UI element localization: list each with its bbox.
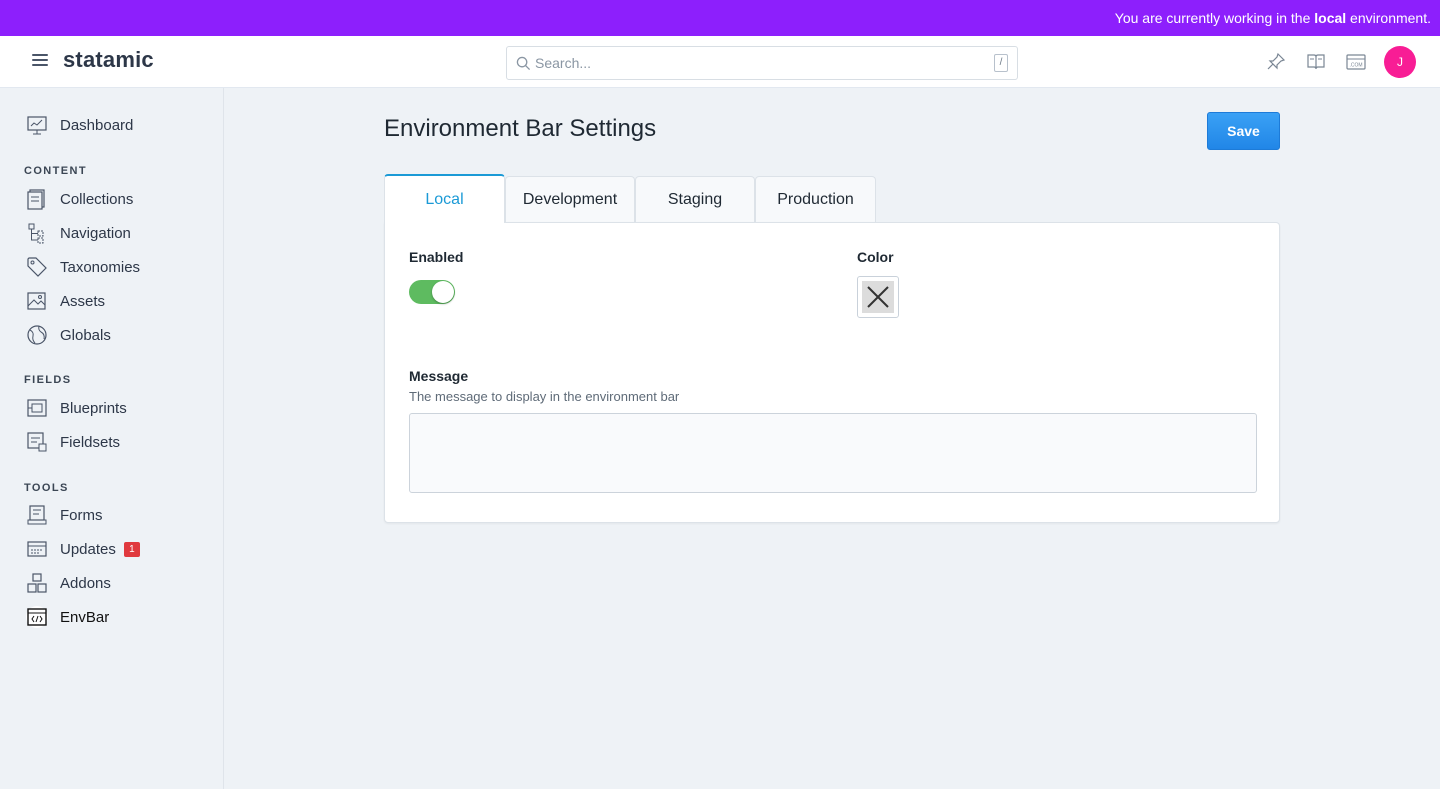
env-bar-prefix: You are currently working in the xyxy=(1114,10,1315,26)
sidebar-item-label: EnvBar xyxy=(60,608,110,626)
sidebar-item-label: Navigation xyxy=(60,224,131,242)
save-button[interactable]: Save xyxy=(1207,112,1280,150)
toggle-knob xyxy=(432,281,454,303)
search-input[interactable] xyxy=(535,53,975,73)
sidebar-item-globals[interactable]: Globals xyxy=(26,322,111,348)
sidebar-item-label: Blueprints xyxy=(60,399,127,417)
updates-count-badge: 1 xyxy=(123,541,140,557)
sidebar-item-updates[interactable]: Updates 1 xyxy=(26,536,140,562)
env-bar-suffix: environment. xyxy=(1346,10,1431,26)
message-label: Message xyxy=(409,368,469,384)
enabled-toggle[interactable] xyxy=(409,280,455,304)
color-label: Color xyxy=(857,249,894,265)
enabled-label: Enabled xyxy=(409,249,464,265)
sidebar-item-fieldsets[interactable]: Fieldsets xyxy=(26,429,120,455)
section-heading-fields: FIELDS xyxy=(24,374,72,386)
user-avatar[interactable]: J xyxy=(1384,46,1416,78)
settings-card: Enabled Color Message The message to dis… xyxy=(384,222,1280,523)
sidebar-item-label: Forms xyxy=(60,506,103,524)
sidebar-item-taxonomies[interactable]: Taxonomies xyxy=(26,254,140,280)
sidebar-item-label: Updates xyxy=(60,540,116,558)
collections-icon xyxy=(26,188,48,210)
addons-boxes-icon xyxy=(26,572,48,594)
message-help-text: The message to display in the environmen… xyxy=(409,389,680,404)
sidebar-item-label: Dashboard xyxy=(60,116,134,134)
sidebar-item-label: Assets xyxy=(60,292,106,310)
global-search[interactable]: / xyxy=(506,46,1018,80)
sidebar-item-label: Addons xyxy=(60,574,111,592)
sidebar-item-forms[interactable]: Forms xyxy=(26,502,103,528)
tab-development[interactable]: Development xyxy=(505,176,635,222)
sidebar-item-collections[interactable]: Collections xyxy=(26,186,133,212)
svg-text:.COM: .COM xyxy=(1349,63,1362,69)
pin-icon[interactable] xyxy=(1265,52,1287,72)
search-shortcut-hint: / xyxy=(994,54,1008,72)
section-heading-content: CONTENT xyxy=(24,165,87,177)
brand-logo[interactable]: statamic xyxy=(63,47,154,73)
color-picker-swatch[interactable] xyxy=(857,276,899,318)
sidebar-item-assets[interactable]: Assets xyxy=(26,288,105,314)
sidebar-item-envbar[interactable]: EnvBar xyxy=(26,604,109,630)
sidebar-item-blueprints[interactable]: Blueprints xyxy=(26,395,127,421)
sidebar-item-addons[interactable]: Addons xyxy=(26,570,111,596)
sidebar-item-label: Fieldsets xyxy=(60,433,121,451)
sidebar-item-label: Globals xyxy=(60,326,111,344)
environment-bar: You are currently working in the local e… xyxy=(0,0,1440,36)
env-bar-env: local xyxy=(1314,10,1347,26)
blueprint-icon xyxy=(26,397,48,419)
image-icon xyxy=(26,290,48,312)
tab-local[interactable]: Local xyxy=(384,174,505,223)
section-heading-tools: TOOLS xyxy=(24,482,69,494)
hamburger-menu-icon[interactable] xyxy=(32,54,48,68)
fieldsets-icon xyxy=(26,431,48,453)
message-input[interactable] xyxy=(409,413,1257,493)
search-icon xyxy=(516,56,531,71)
globe-icon xyxy=(26,324,48,346)
no-color-x-icon xyxy=(862,281,894,313)
form-icon xyxy=(26,504,48,526)
sidebar-item-label: Taxonomies xyxy=(60,258,141,276)
sidebar: Dashboard CONTENT Collections Navigation… xyxy=(0,88,224,789)
top-bar: statamic / .COM J xyxy=(0,36,1440,88)
page-title: Environment Bar Settings xyxy=(384,115,657,142)
updates-icon xyxy=(26,538,48,560)
sidebar-item-label: Collections xyxy=(60,190,134,208)
dashboard-icon xyxy=(26,114,48,136)
site-link-icon[interactable]: .COM xyxy=(1345,52,1367,72)
tab-staging[interactable]: Staging xyxy=(635,176,755,222)
navigation-icon xyxy=(26,222,48,244)
tag-icon xyxy=(26,256,48,278)
documentation-book-icon[interactable] xyxy=(1305,52,1327,72)
tab-production[interactable]: Production xyxy=(755,176,876,222)
sidebar-item-dashboard[interactable]: Dashboard xyxy=(26,112,133,138)
sidebar-item-navigation[interactable]: Navigation xyxy=(26,220,131,246)
code-window-icon xyxy=(26,606,48,628)
